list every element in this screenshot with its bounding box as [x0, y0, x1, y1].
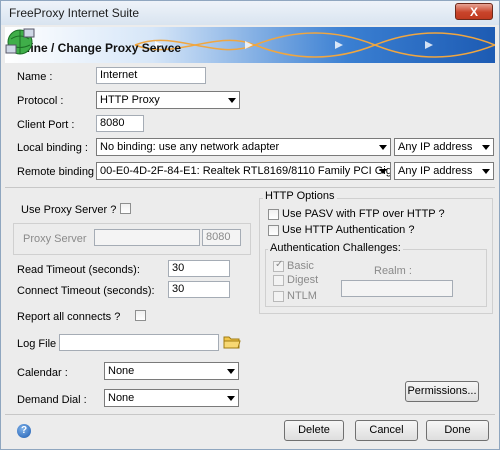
- local-ip-value: Any IP address: [398, 141, 473, 153]
- connect-timeout-label: Connect Timeout (seconds):: [17, 285, 155, 297]
- page-title: Define / Change Proxy Servce: [11, 41, 182, 55]
- pasv-label: Use PASV with FTP over HTTP ?: [282, 208, 445, 220]
- protocol-value: HTTP Proxy: [100, 94, 160, 106]
- remote-binding-select[interactable]: 00-E0-4D-2F-84-E1: Realtek RTL8169/8110 …: [96, 162, 391, 180]
- http-auth-checkbox[interactable]: [268, 225, 279, 236]
- chevron-down-icon: [379, 145, 387, 150]
- use-proxy-checkbox[interactable]: [120, 203, 131, 214]
- chevron-down-icon: [482, 169, 490, 174]
- proxy-service-dialog: FreeProxy Internet Suite X Define / Chan…: [0, 0, 500, 450]
- delete-button[interactable]: Delete: [284, 420, 344, 441]
- chevron-down-icon: [228, 98, 236, 103]
- realm-input[interactable]: [341, 280, 453, 297]
- read-timeout-label: Read Timeout (seconds):: [17, 264, 140, 276]
- divider: [5, 187, 495, 188]
- chevron-down-icon: [379, 169, 387, 174]
- connect-timeout-input[interactable]: 30: [168, 281, 230, 298]
- calendar-label: Calendar :: [17, 367, 68, 379]
- http-auth-label: Use HTTP Authentication ?: [282, 224, 415, 236]
- help-icon[interactable]: ?: [17, 424, 31, 438]
- chevron-down-icon: [227, 396, 235, 401]
- name-input[interactable]: Internet: [96, 67, 206, 84]
- demand-dial-value: None: [108, 392, 135, 404]
- demand-dial-label: Demand Dial :: [17, 394, 87, 406]
- ntlm-checkbox[interactable]: [273, 291, 284, 302]
- protocol-select[interactable]: HTTP Proxy: [96, 91, 240, 109]
- calendar-select[interactable]: None: [104, 362, 239, 380]
- use-proxy-label: Use Proxy Server ?: [21, 204, 117, 216]
- local-binding-label: Local binding :: [17, 142, 88, 154]
- divider: [5, 414, 495, 415]
- chevron-down-icon: [227, 369, 235, 374]
- cancel-button[interactable]: Cancel: [355, 420, 418, 441]
- realm-label: Realm :: [374, 265, 412, 277]
- remote-binding-value: 00-E0-4D-2F-84-E1: Realtek RTL8169/8110 …: [100, 165, 391, 177]
- remote-ip-value: Any IP address: [398, 165, 473, 177]
- chevron-down-icon: [482, 145, 490, 150]
- auth-challenges-title: Authentication Challenges:: [268, 242, 403, 254]
- title-bar: FreeProxy Internet Suite X: [1, 1, 499, 25]
- close-button[interactable]: X: [455, 3, 493, 20]
- report-connects-checkbox[interactable]: [135, 310, 146, 321]
- local-ip-select[interactable]: Any IP address: [394, 138, 494, 156]
- digest-label: Digest: [287, 274, 319, 286]
- globe-network-icon: [5, 28, 35, 55]
- log-file-input[interactable]: [59, 334, 219, 351]
- ntlm-label: NTLM: [287, 290, 317, 302]
- http-options-title: HTTP Options: [263, 190, 337, 202]
- remote-ip-select[interactable]: Any IP address: [394, 162, 494, 180]
- demand-dial-select[interactable]: None: [104, 389, 239, 407]
- name-label: Name :: [17, 71, 53, 83]
- log-file-label: Log File :: [17, 338, 63, 350]
- client-port-input[interactable]: 8080: [96, 115, 144, 132]
- proxy-server-label: Proxy Server: [23, 233, 87, 245]
- protocol-label: Protocol :: [17, 95, 64, 107]
- pasv-checkbox[interactable]: [268, 209, 279, 220]
- local-binding-value: No binding: use any network adapter: [100, 141, 280, 153]
- header-banner: Define / Change Proxy Servce: [5, 27, 495, 63]
- calendar-value: None: [108, 365, 135, 377]
- folder-browse-icon[interactable]: [223, 333, 241, 350]
- window-title: FreeProxy Internet Suite: [9, 6, 140, 20]
- done-button[interactable]: Done: [426, 420, 489, 441]
- local-binding-select[interactable]: No binding: use any network adapter: [96, 138, 391, 156]
- client-port-label: Client Port :: [17, 119, 75, 131]
- report-connects-label: Report all connects ?: [17, 311, 121, 323]
- digest-checkbox[interactable]: [273, 275, 284, 286]
- proxy-server-input[interactable]: [94, 229, 200, 246]
- read-timeout-input[interactable]: 30: [168, 260, 230, 277]
- permissions-button[interactable]: Permissions...: [405, 381, 479, 402]
- basic-checkbox[interactable]: [273, 259, 284, 272]
- remote-binding-label: Remote binding :: [17, 166, 101, 178]
- proxy-port-input[interactable]: 8080: [202, 229, 241, 246]
- basic-label: Basic: [287, 260, 314, 272]
